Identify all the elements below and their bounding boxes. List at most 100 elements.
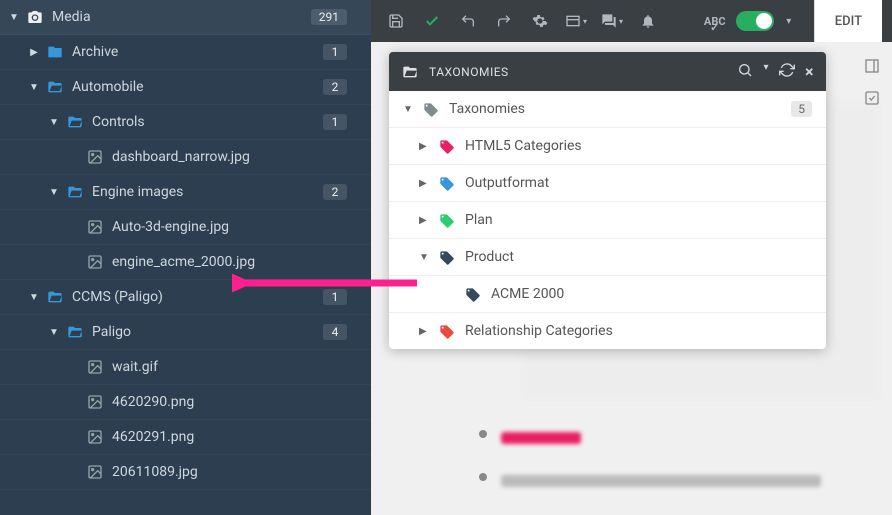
panel-title: TAXONOMIES xyxy=(429,65,509,79)
folder-open-icon xyxy=(66,324,84,340)
tree-folder-automobile[interactable]: ▼ Automobile 2 xyxy=(0,70,371,105)
tree-file-4620291[interactable]: 4620291.png xyxy=(0,420,371,455)
chevron-right-icon: ▶ xyxy=(419,326,433,337)
chevron-down-icon: ▼ xyxy=(28,292,40,303)
tree-label: dashboard_narrow.jpg xyxy=(112,149,250,165)
tree-label: Auto-3d-engine.jpg xyxy=(112,219,229,235)
taxonomy-root[interactable]: ▼ Taxonomies 5 xyxy=(389,91,826,128)
image-icon xyxy=(86,219,104,235)
tree-file-4620290[interactable]: 4620290.png xyxy=(0,385,371,420)
count-badge: 4 xyxy=(323,324,347,340)
undo-icon[interactable] xyxy=(453,6,483,36)
checkbox-icon[interactable] xyxy=(864,90,884,110)
image-icon xyxy=(86,359,104,375)
tree-label: Media xyxy=(52,9,91,25)
taxonomy-acme-2000[interactable]: ACME 2000 xyxy=(389,276,826,313)
chevron-right-icon: ▶ xyxy=(419,141,433,152)
folder-open-icon xyxy=(66,114,84,130)
count-badge: 2 xyxy=(323,184,347,200)
tree-label: Automobile xyxy=(72,79,144,95)
camera-icon xyxy=(26,9,44,25)
layout-icon[interactable]: ▾ xyxy=(561,6,591,36)
chevron-down-icon: ▼ xyxy=(8,12,20,23)
editor-toolbar: ▾ ▾ ABC✓ ▾ EDIT xyxy=(371,0,892,42)
image-icon xyxy=(86,254,104,270)
media-tree-sidebar: ▼ Media 291 ▶ Archive 1 ▼ Automobile 2 ▼… xyxy=(0,0,371,515)
close-icon[interactable]: × xyxy=(805,62,814,81)
tree-folder-ccms[interactable]: ▼ CCMS (Paligo) 1 xyxy=(0,280,371,315)
tree-folder-controls[interactable]: ▼ Controls 1 xyxy=(0,105,371,140)
tree-folder-engine-images[interactable]: ▼ Engine images 2 xyxy=(0,175,371,210)
chevron-down-icon[interactable]: ▾ xyxy=(780,6,798,36)
tree-label: engine_acme_2000.jpg xyxy=(112,254,255,270)
chevron-right-icon: ▶ xyxy=(419,215,433,226)
blurred-text xyxy=(501,475,821,487)
panel-toggle-icon[interactable] xyxy=(864,58,884,78)
tree-label: 4620290.png xyxy=(112,394,194,410)
tree-label: Controls xyxy=(92,114,145,130)
refresh-icon[interactable] xyxy=(779,62,795,81)
chevron-down-icon: ▼ xyxy=(48,117,60,128)
taxonomy-plan[interactable]: ▶ Plan xyxy=(389,202,826,239)
taxonomy-label: HTML5 Categories xyxy=(465,138,582,154)
gear-icon[interactable] xyxy=(525,6,555,36)
tree-file-wait[interactable]: wait.gif xyxy=(0,350,371,385)
count-badge: 5 xyxy=(791,101,812,117)
folder-open-icon xyxy=(46,289,64,305)
count-badge: 2 xyxy=(323,79,347,95)
tree-label: 20611089.jpg xyxy=(112,464,198,480)
toggle-switch[interactable] xyxy=(736,11,774,31)
tag-icon xyxy=(423,102,441,116)
redo-icon[interactable] xyxy=(489,6,519,36)
count-badge: 1 xyxy=(323,44,347,60)
taxonomy-relationship[interactable]: ▶ Relationship Categories xyxy=(389,313,826,349)
tree-label: CCMS (Paligo) xyxy=(72,289,163,305)
chevron-right-icon: ▶ xyxy=(28,47,40,58)
folder-open-icon xyxy=(401,64,419,80)
chevron-down-icon: ▼ xyxy=(419,252,433,263)
folder-open-icon xyxy=(46,79,64,95)
bell-icon[interactable] xyxy=(633,6,663,36)
taxonomies-panel: TAXONOMIES ▾ × ▼ Taxonomies 5 ▶ HTML5 Ca… xyxy=(389,52,826,349)
count-badge: 1 xyxy=(323,114,347,130)
tree-folder-paligo[interactable]: ▼ Paligo 4 xyxy=(0,315,371,350)
taxonomy-label: Taxonomies xyxy=(449,101,525,117)
tree-label: Paligo xyxy=(92,324,131,340)
search-icon[interactable] xyxy=(737,62,753,81)
tag-icon xyxy=(439,324,457,338)
spellcheck-icon[interactable]: ABC✓ xyxy=(700,6,730,36)
tree-label: 4620291.png xyxy=(112,429,194,445)
chevron-down-icon: ▼ xyxy=(48,187,60,198)
chevron-down-icon[interactable]: ▾ xyxy=(763,62,769,81)
blurred-text xyxy=(501,432,581,444)
taxonomy-product[interactable]: ▼ Product xyxy=(389,239,826,276)
tree-file-auto3d[interactable]: Auto-3d-engine.jpg xyxy=(0,210,371,245)
image-icon xyxy=(86,464,104,480)
taxonomies-panel-header[interactable]: TAXONOMIES ▾ × xyxy=(389,52,826,91)
tree-file-20611089[interactable]: 20611089.jpg xyxy=(0,455,371,490)
edit-button[interactable]: EDIT xyxy=(814,0,882,42)
image-icon xyxy=(86,429,104,445)
tree-file-engine-acme[interactable]: engine_acme_2000.jpg xyxy=(0,245,371,280)
tag-icon xyxy=(465,287,483,301)
count-badge: 291 xyxy=(311,9,347,25)
tree-folder-archive[interactable]: ▶ Archive 1 xyxy=(0,35,371,70)
check-icon[interactable] xyxy=(417,6,447,36)
chevron-right-icon: ▶ xyxy=(419,178,433,189)
taxonomy-outputformat[interactable]: ▶ Outputformat xyxy=(389,165,826,202)
tree-label: wait.gif xyxy=(112,359,158,375)
taxonomy-label: Product xyxy=(465,249,514,265)
tag-icon xyxy=(439,176,457,190)
taxonomy-html5[interactable]: ▶ HTML5 Categories xyxy=(389,128,826,165)
count-badge: 1 xyxy=(323,289,347,305)
right-edge-tools xyxy=(864,58,884,110)
tree-label: Archive xyxy=(72,44,118,60)
tag-icon xyxy=(439,250,457,264)
chevron-down-icon: ▼ xyxy=(403,104,417,115)
tree-file-dashboard[interactable]: dashboard_narrow.jpg xyxy=(0,140,371,175)
taxonomy-label: ACME 2000 xyxy=(491,286,564,302)
save-icon[interactable] xyxy=(381,6,411,36)
taxonomy-label: Outputformat xyxy=(465,175,549,191)
tree-root-media[interactable]: ▼ Media 291 xyxy=(0,0,371,35)
comment-icon[interactable]: ▾ xyxy=(597,6,627,36)
